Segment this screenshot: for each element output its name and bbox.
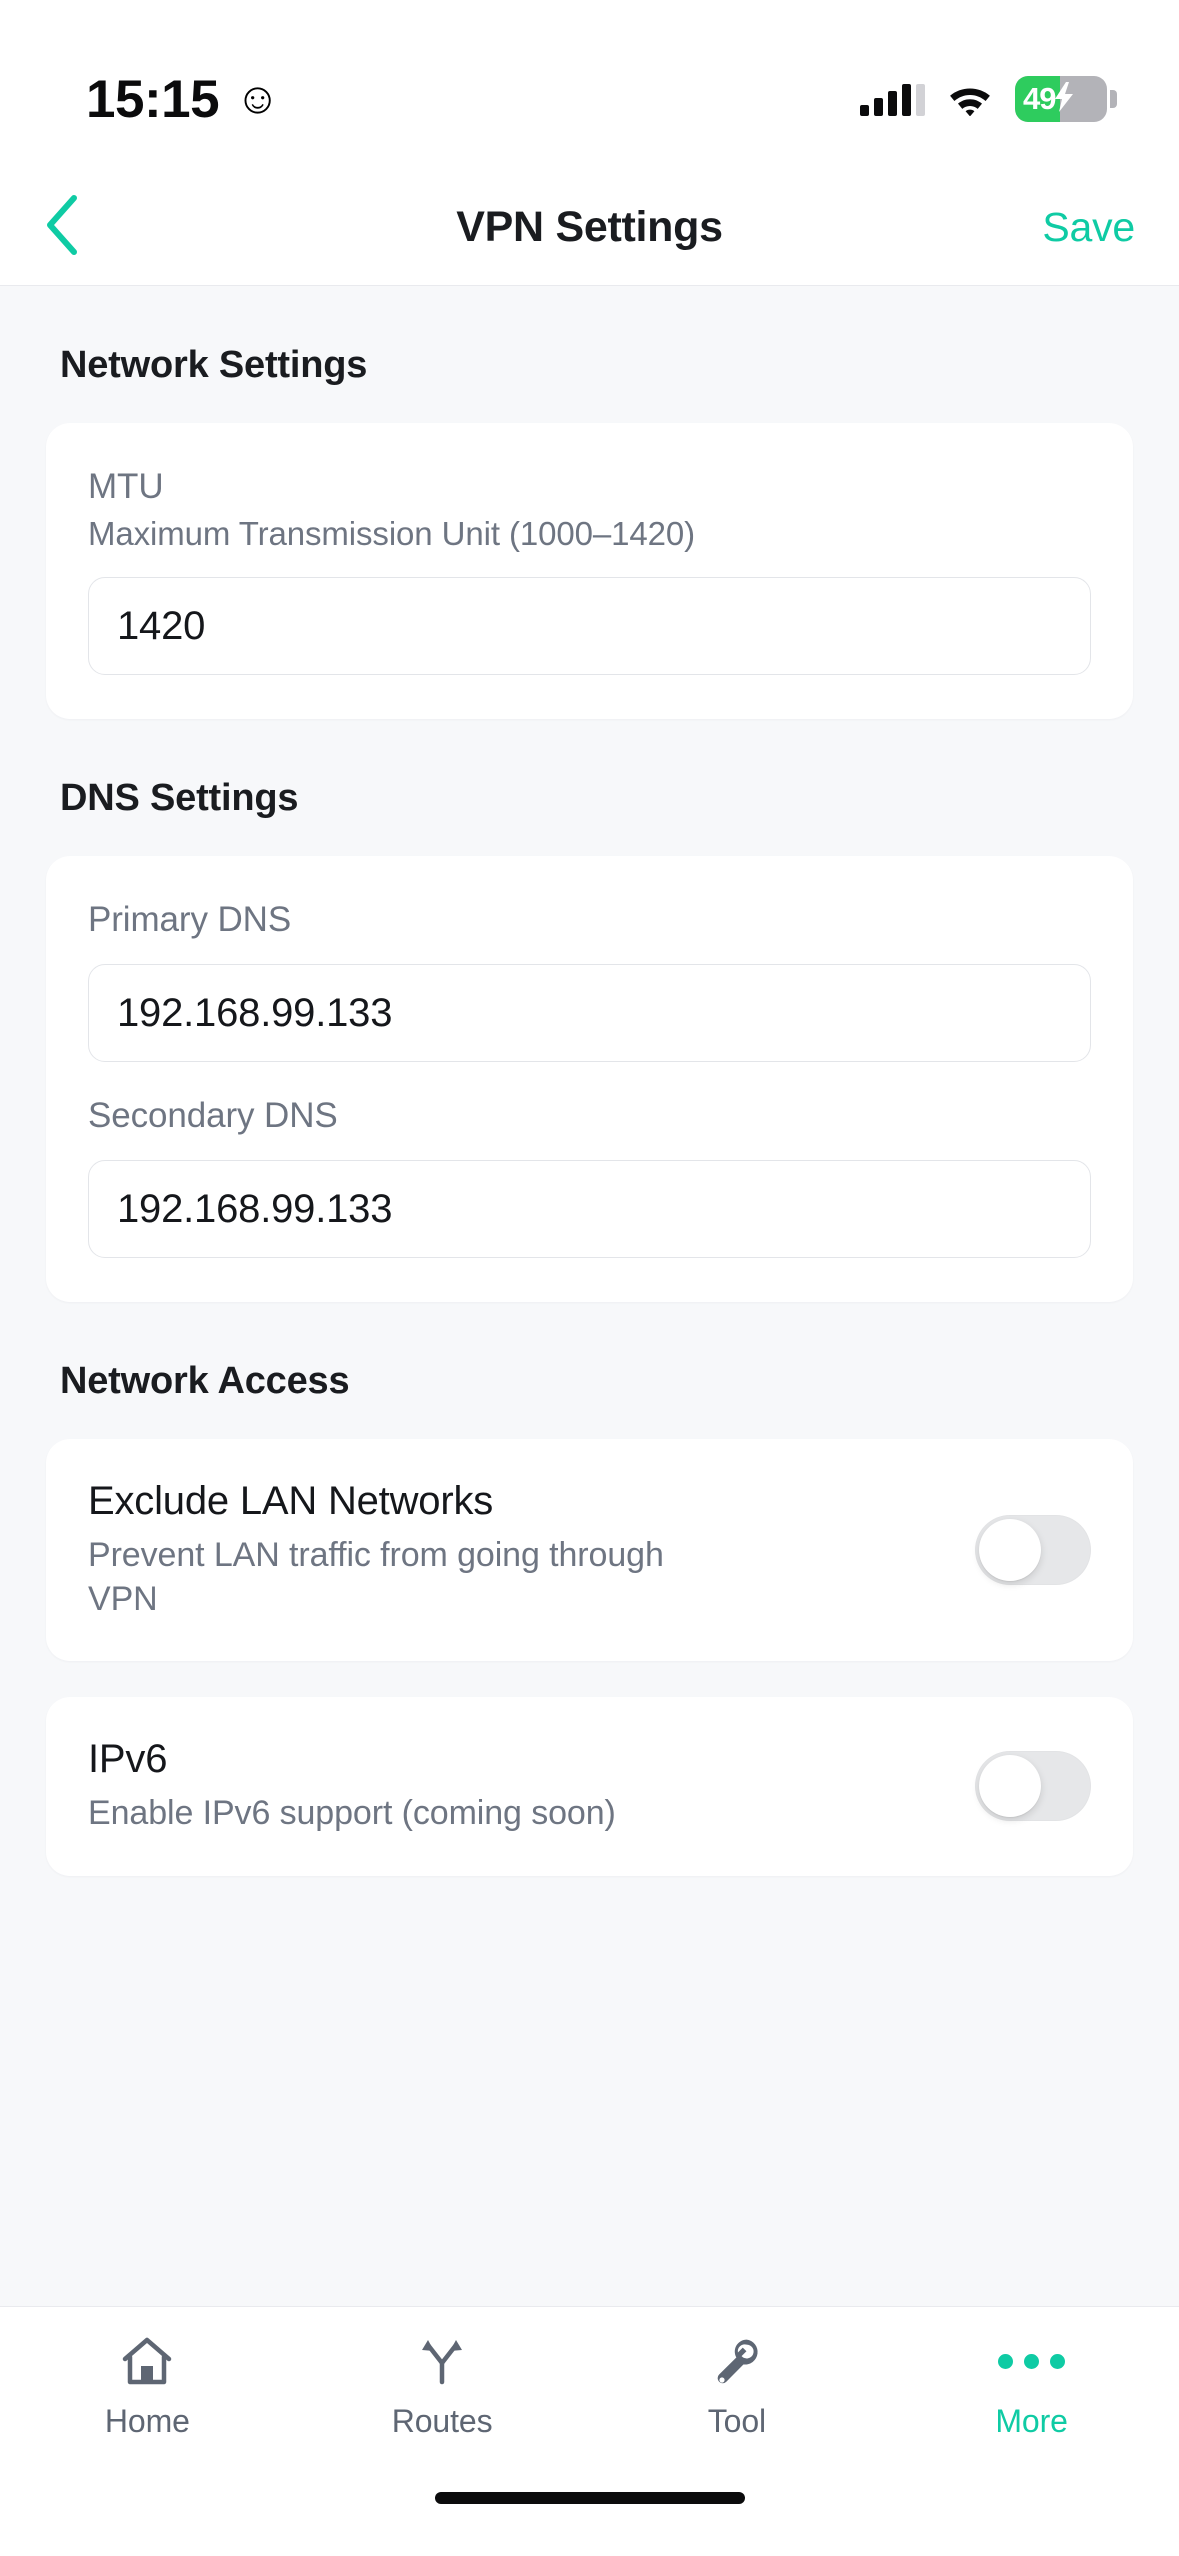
content-bottom-spacer — [0, 1876, 1179, 1936]
battery-percent-label: 49 — [1023, 81, 1056, 116]
ellipsis-icon — [998, 2333, 1066, 2389]
back-button[interactable] — [44, 193, 114, 263]
status-bar-left: 15:15 ☺ — [86, 41, 280, 130]
dns-card: Primary DNS 192.168.99.133 Secondary DNS… — [46, 856, 1133, 1302]
section-header-network-access: Network Access — [60, 1360, 350, 1402]
ipv6-description: Enable IPv6 support (coming soon) — [88, 1794, 616, 1833]
ipv6-toggle[interactable] — [975, 1751, 1091, 1822]
home-indicator[interactable] — [434, 2492, 745, 2504]
battery-charging-icon: 49 — [1015, 76, 1117, 122]
ipv6-title: IPv6 — [88, 1737, 168, 1782]
exclude-lan-networks-row[interactable]: Exclude LAN Networks Prevent LAN traffic… — [46, 1439, 1133, 1662]
exclude-lan-networks-description: Prevent LAN traffic from going through V… — [88, 1536, 664, 1618]
ipv6-text: IPv6 Enable IPv6 support (coming soon) — [88, 1737, 951, 1836]
dns-field-spacer — [88, 1062, 1091, 1096]
primary-dns-label: Primary DNS — [88, 900, 292, 939]
secondary-dns-input[interactable]: 192.168.99.133 — [88, 1160, 1091, 1258]
page-title: VPN Settings — [456, 203, 723, 251]
chevron-left-icon — [44, 194, 80, 261]
tab-tool-label: Tool — [707, 2403, 767, 2439]
mtu-card: MTU Maximum Transmission Unit (1000–1420… — [46, 423, 1133, 719]
smiley-face-icon: ☺ — [235, 74, 280, 123]
exclude-lan-networks-title: Exclude LAN Networks — [88, 1479, 494, 1523]
cellular-signal-icon — [860, 82, 925, 116]
tab-routes[interactable]: Routes — [295, 2333, 590, 2440]
tab-more[interactable]: More — [884, 2333, 1179, 2440]
toggle-knob — [979, 1519, 1041, 1582]
exclude-lan-networks-text: Exclude LAN Networks Prevent LAN traffic… — [88, 1479, 951, 1621]
ipv6-row[interactable]: IPv6 Enable IPv6 support (coming soon) — [46, 1697, 1133, 1876]
section-header-network-settings: Network Settings — [60, 344, 368, 386]
home-indicator-area — [0, 2492, 1179, 2556]
wifi-icon — [947, 82, 993, 117]
fork-arrows-icon — [414, 2333, 470, 2389]
wrench-icon — [709, 2333, 765, 2389]
tab-home[interactable]: Home — [0, 2333, 295, 2440]
secondary-dns-label: Secondary DNS — [88, 1096, 338, 1135]
status-bar: 15:15 ☺ 49 — [0, 0, 1179, 170]
status-bar-right: 49 — [860, 48, 1117, 122]
tab-routes-label: Routes — [391, 2403, 493, 2439]
tab-home-label: Home — [104, 2403, 190, 2439]
navigation-bar: VPN Settings Save — [0, 170, 1179, 286]
tab-tool[interactable]: Tool — [590, 2333, 885, 2440]
tab-more-label: More — [995, 2403, 1068, 2439]
toggle-knob — [979, 1755, 1041, 1818]
primary-dns-input[interactable]: 192.168.99.133 — [88, 964, 1091, 1062]
mtu-input[interactable]: 1420 — [88, 577, 1091, 675]
exclude-lan-networks-toggle[interactable] — [975, 1515, 1091, 1586]
house-icon — [119, 2333, 175, 2389]
phone-screen: 15:15 ☺ 49 VPN Settings Save Network Set… — [0, 0, 1179, 2556]
status-time: 15:15 — [86, 69, 220, 129]
bottom-tab-bar: Home Routes Tool More — [0, 2306, 1179, 2492]
settings-scroll-area[interactable]: Network Settings MTU Maximum Transmissio… — [0, 286, 1179, 2306]
save-button[interactable]: Save — [1042, 204, 1135, 251]
mtu-label: MTU — [88, 467, 164, 506]
mtu-description: Maximum Transmission Unit (1000–1420) — [88, 515, 696, 552]
section-header-dns-settings: DNS Settings — [60, 777, 299, 819]
